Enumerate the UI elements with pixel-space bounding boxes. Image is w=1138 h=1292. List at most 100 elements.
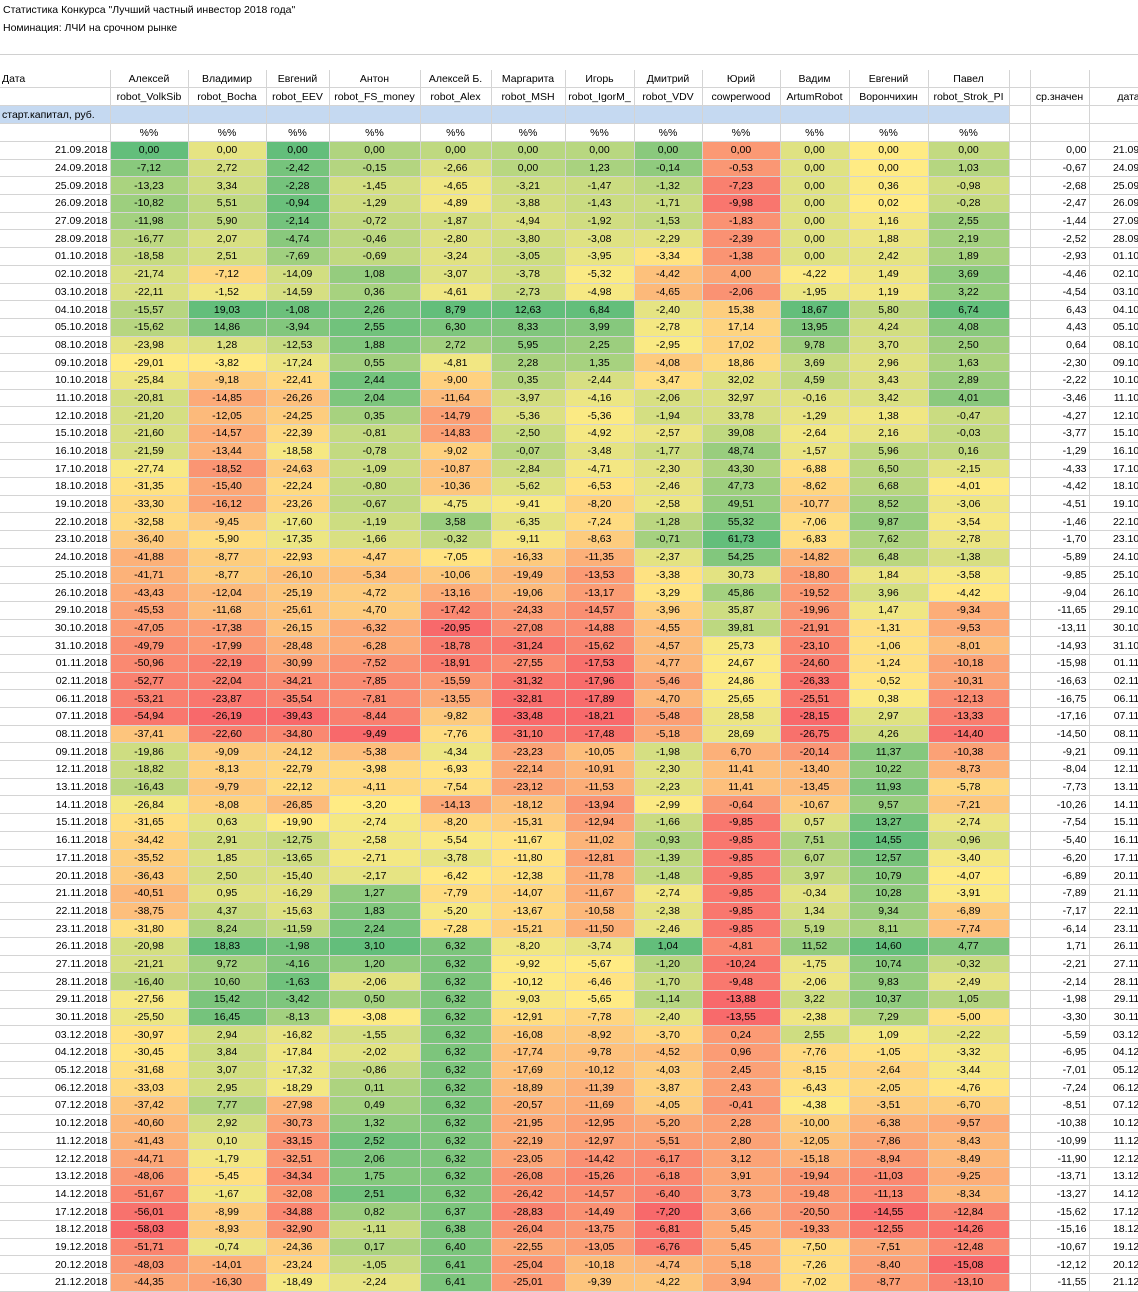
avg-cell: -10,26 [1030, 795, 1090, 815]
value-cell: 0,00 [780, 194, 850, 213]
value-cell: -7,79 [420, 884, 492, 903]
value-cell: -17,48 [565, 725, 635, 744]
table-row: 15.10.2018 -21,60 -14,57 -22,39 -0,81 -14,83-… [0, 424, 1138, 443]
value-cell: -12,48 [928, 1238, 1010, 1257]
value-cell: -0,69 [329, 247, 421, 266]
value-cell: -0,28 [928, 194, 1010, 213]
date-cell: 30.10.2018 [0, 619, 111, 638]
value-cell: -28,15 [780, 707, 850, 726]
value-cell: -37,41 [110, 725, 189, 744]
value-cell: -8,13 [188, 760, 267, 779]
divider [0, 54, 1138, 55]
value-cell: 9,57 [849, 795, 929, 815]
value-cell: -0,47 [928, 406, 1010, 425]
value-cell: 6,30 [420, 318, 492, 337]
value-cell: -7,50 [780, 1238, 850, 1257]
value-cell: 12,63 [491, 300, 566, 319]
table-row: 12.11.2018 -18,82 -8,13 -22,79 -3,98 -6,93 -22… [0, 760, 1138, 779]
value-cell: -49,79 [110, 636, 189, 655]
value-cell: -12,38 [491, 866, 566, 885]
date-cell: 20.11.2018 [0, 866, 111, 885]
value-cell: -2,84 [491, 459, 566, 479]
value-cell: -54,94 [110, 707, 189, 726]
value-cell: -10,06 [420, 566, 492, 585]
value-cell: 17,02 [702, 336, 781, 355]
date2-cell: 05.10.2018 [1089, 318, 1138, 337]
value-cell: 2,45 [702, 1061, 781, 1080]
value-cell: -0,96 [928, 831, 1010, 850]
value-cell: 2,44 [329, 371, 421, 390]
value-cell: -23,87 [188, 689, 267, 708]
value-cell: 2,43 [702, 1078, 781, 1098]
value-cell: -14,57 [565, 1185, 635, 1204]
value-cell: -21,60 [110, 424, 189, 443]
value-cell: 6,32 [420, 1167, 492, 1186]
value-cell: 16,45 [188, 1008, 267, 1027]
value-cell: -30,97 [110, 1025, 189, 1045]
value-cell: 3,58 [420, 512, 492, 532]
value-cell: -11,59 [266, 919, 330, 938]
value-cell: 0,57 [780, 813, 850, 832]
value-cell: -7,52 [329, 654, 421, 673]
value-cell: -1,19 [329, 512, 421, 532]
value-cell: -11,67 [491, 831, 566, 850]
value-cell: 6,74 [928, 300, 1010, 319]
value-cell: -8,43 [928, 1132, 1010, 1151]
value-cell: -5,48 [634, 707, 703, 726]
value-cell: -3,82 [188, 353, 267, 372]
value-cell: -4,65 [420, 176, 492, 196]
nomination-title: Номинация: ЛЧИ на срочном рынке [3, 22, 178, 34]
value-cell: -13,94 [565, 795, 635, 815]
value-cell: -12,84 [928, 1202, 1010, 1221]
participant-name: Игорь [565, 70, 635, 88]
value-cell: 7,51 [780, 831, 850, 850]
value-cell: -18,21 [565, 707, 635, 726]
date2-cell: 29.11.2018 [1089, 990, 1138, 1009]
value-cell: -3,05 [491, 247, 566, 266]
value-cell: -10,38 [928, 742, 1010, 762]
value-cell: 33,78 [702, 406, 781, 425]
value-cell: -3,34 [634, 247, 703, 266]
value-cell: -23,10 [780, 636, 850, 655]
value-cell: 5,90 [188, 212, 267, 231]
value-cell: 2,42 [849, 247, 929, 266]
value-cell: 2,55 [928, 212, 1010, 231]
value-cell: 49,51 [702, 495, 781, 514]
value-cell: -48,06 [110, 1167, 189, 1186]
value-cell: -5,90 [188, 530, 267, 549]
value-cell: -30,99 [266, 654, 330, 673]
value-cell: -2,66 [420, 159, 492, 178]
value-cell: -31,68 [110, 1061, 189, 1080]
avg-cell: -9,04 [1030, 583, 1090, 602]
date2-cell: 25.09.2018 [1089, 176, 1138, 196]
value-cell: -2,30 [634, 459, 703, 479]
value-cell: -1,09 [329, 459, 421, 479]
value-cell: -22,41 [266, 371, 330, 390]
value-cell: -23,26 [266, 495, 330, 514]
value-cell: -20,50 [780, 1202, 850, 1221]
value-cell: -4,42 [928, 583, 1010, 602]
value-cell: 1,16 [849, 212, 929, 231]
value-cell: 0,63 [188, 813, 267, 832]
date-cell: 29.11.2018 [0, 990, 111, 1009]
value-cell: 0,00 [110, 141, 189, 160]
value-cell: 0,00 [491, 141, 566, 160]
value-cell: 10,60 [188, 972, 267, 991]
value-cell: -16,77 [110, 229, 189, 249]
value-cell: -2,06 [634, 389, 703, 408]
value-cell: 2,04 [329, 389, 421, 408]
value-cell: -9,85 [702, 902, 781, 921]
table-row: 12.10.2018 -21,20 -12,05 -24,25 0,35 -14,79 -5… [0, 406, 1138, 425]
value-cell: -2,42 [266, 159, 330, 178]
value-cell: -10,18 [928, 654, 1010, 673]
participant-name: Антон [329, 70, 421, 88]
avg-cell: -1,98 [1030, 990, 1090, 1009]
value-cell: -7,28 [420, 919, 492, 938]
value-cell: 2,28 [702, 1114, 781, 1133]
value-cell: -1,70 [634, 972, 703, 991]
table-row: 14.11.2018 -26,84 -8,08 -26,85 -3,20 -14,13 -1… [0, 795, 1138, 815]
value-cell: -22,14 [491, 760, 566, 779]
date-cell: 17.12.2018 [0, 1202, 111, 1221]
value-cell: -1,29 [780, 406, 850, 425]
date-cell: 14.11.2018 [0, 795, 111, 815]
